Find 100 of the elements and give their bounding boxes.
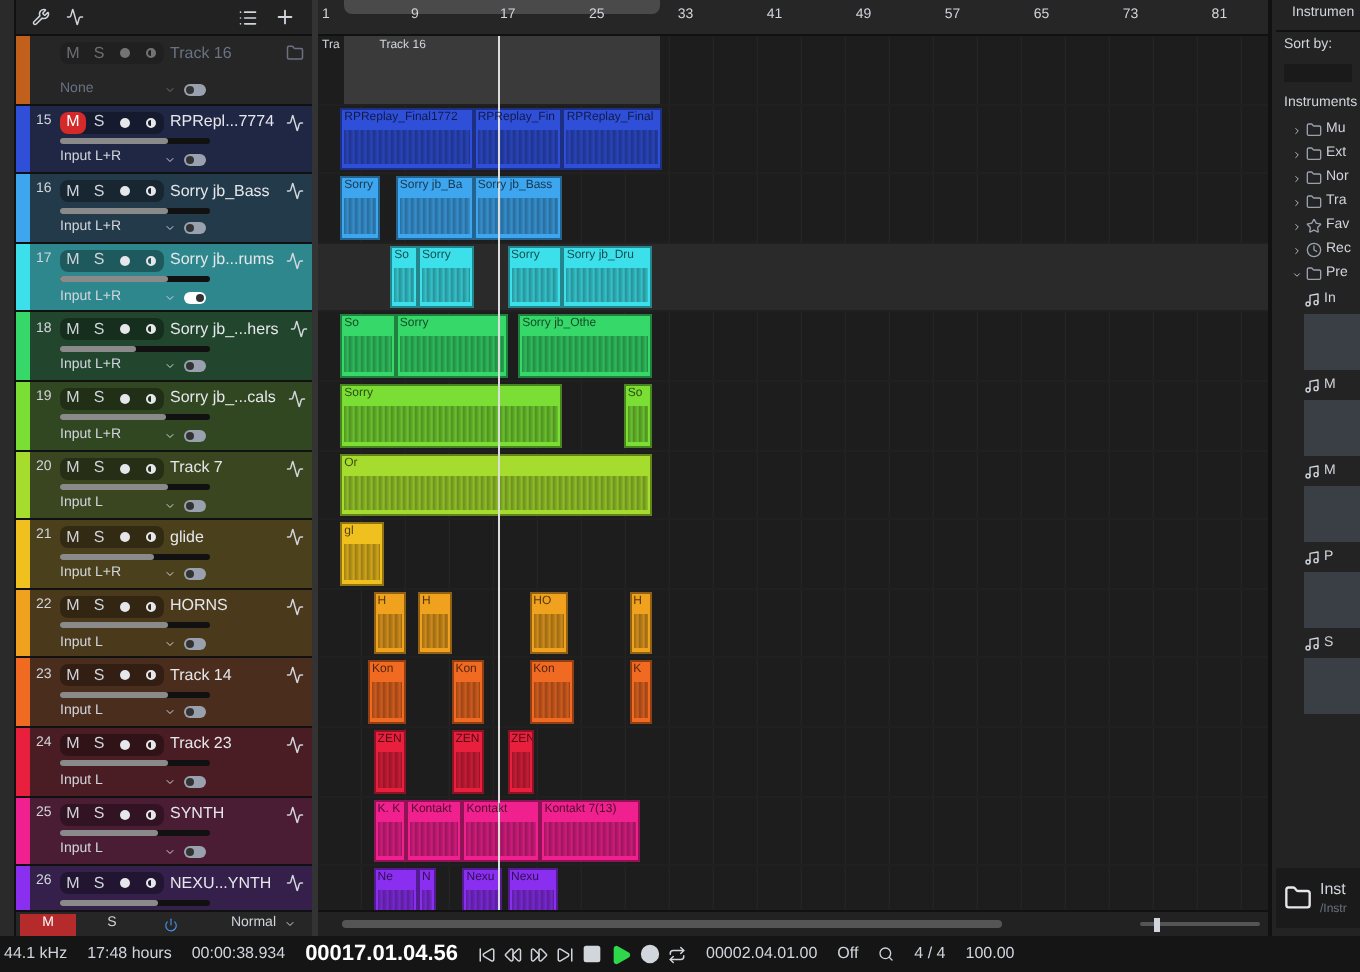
solo-button[interactable]: S — [86, 595, 112, 618]
mute-button[interactable]: M — [60, 526, 86, 549]
track-name[interactable]: SYNTH — [170, 802, 225, 827]
solo-button[interactable]: S — [86, 249, 112, 272]
track-name[interactable]: Track 7 — [170, 456, 223, 481]
solo-button[interactable]: S — [86, 803, 112, 826]
waveform-icon — [286, 735, 304, 754]
rewind-icon[interactable] — [504, 945, 523, 963]
caret-icon — [164, 153, 176, 166]
preset-thumbnail — [1304, 400, 1360, 456]
volume-fader[interactable] — [60, 414, 210, 421]
instrument-icon — [1304, 292, 1320, 308]
folder-icon — [1306, 146, 1322, 162]
mute-button[interactable]: M — [60, 111, 86, 134]
monitor-toggle[interactable] — [184, 637, 206, 650]
instrument-icon — [1304, 636, 1320, 652]
mute-button[interactable]: M — [60, 733, 86, 756]
caret-icon — [164, 706, 176, 719]
monitor-toggle[interactable] — [184, 845, 206, 858]
waveform-drawing — [399, 198, 470, 234]
monitor-toggle[interactable] — [184, 360, 206, 373]
list-icon[interactable] — [238, 7, 258, 27]
zoom-thumb[interactable] — [1154, 917, 1161, 931]
volume-fader[interactable] — [60, 622, 210, 629]
waveform-icon — [286, 666, 304, 685]
track-name[interactable]: glide — [170, 525, 204, 550]
waveform-drawing — [344, 336, 392, 372]
waveform-icon — [286, 597, 304, 616]
skip-forward-icon[interactable] — [556, 945, 575, 963]
play-icon[interactable] — [610, 943, 633, 965]
monitor-toggle[interactable] — [184, 429, 206, 442]
monitor-toggle[interactable] — [184, 499, 206, 512]
monitor-toggle[interactable] — [184, 568, 206, 581]
track-name[interactable]: RPRepl...7774 — [170, 110, 275, 135]
zoom-slider[interactable] — [1140, 917, 1260, 931]
fast-forward-icon[interactable] — [530, 945, 549, 963]
caret-icon — [164, 291, 176, 304]
solo-button[interactable]: S — [86, 733, 112, 756]
monitor-toggle[interactable] — [184, 153, 206, 166]
mute-button[interactable]: M — [60, 803, 86, 826]
solo-button[interactable]: S — [86, 111, 112, 134]
folder-icon — [1306, 266, 1322, 282]
track-name[interactable]: Track 23 — [170, 732, 232, 757]
monitor-toggle[interactable] — [184, 291, 206, 304]
track-name[interactable]: HORNS — [170, 594, 228, 619]
track-list-scrollbar[interactable] — [312, 0, 318, 936]
skip-back-icon[interactable] — [478, 945, 497, 963]
waveform-icon — [287, 389, 306, 408]
stop-icon[interactable] — [582, 944, 603, 964]
search-icon[interactable] — [878, 946, 895, 962]
volume-fader[interactable] — [60, 760, 210, 767]
volume-fader[interactable] — [60, 553, 210, 560]
mute-button[interactable]: M — [60, 318, 86, 341]
folder-icon — [1306, 194, 1322, 210]
mute-button[interactable]: M — [60, 872, 86, 895]
wrench-icon[interactable] — [32, 8, 50, 26]
volume-fader[interactable] — [60, 207, 210, 214]
mute-button[interactable]: M — [60, 664, 86, 687]
mute-button[interactable]: M — [60, 180, 86, 203]
mute-button[interactable]: M — [60, 387, 86, 410]
volume-fader[interactable] — [60, 484, 210, 491]
power-icon[interactable] — [164, 917, 178, 931]
solo-button[interactable]: S — [86, 872, 112, 895]
waveform-drawing — [377, 751, 403, 788]
automation-icon[interactable] — [66, 8, 84, 26]
mute-button[interactable]: M — [60, 457, 86, 480]
volume-fader[interactable] — [60, 691, 210, 698]
volume-fader[interactable] — [60, 276, 210, 283]
volume-fader[interactable] — [60, 138, 210, 145]
solo-button[interactable]: S — [86, 180, 112, 203]
waveform-icon — [290, 320, 309, 339]
track-name[interactable]: Sorry jb_...hers — [170, 317, 279, 342]
waveform-drawing — [633, 613, 648, 649]
track-name[interactable]: Track 14 — [170, 663, 232, 688]
waveform-drawing — [566, 129, 659, 165]
track-name[interactable]: Sorry jb_Bass — [170, 179, 270, 204]
solo-button[interactable]: S — [86, 664, 112, 687]
waveform-drawing — [399, 336, 503, 372]
track-name[interactable]: Sorry jb_...cals — [170, 386, 276, 411]
mute-button[interactable]: M — [60, 249, 86, 272]
volume-fader[interactable] — [60, 830, 210, 837]
solo-button[interactable]: S — [86, 387, 112, 410]
solo-button[interactable]: S — [86, 526, 112, 549]
track-name[interactable]: NEXU...YNTH — [170, 871, 272, 896]
metronome-state[interactable]: Off — [837, 942, 859, 966]
loop-icon[interactable] — [668, 945, 687, 963]
record-icon[interactable] — [640, 944, 661, 964]
volume-fader[interactable] — [60, 899, 210, 906]
volume-fader[interactable] — [60, 345, 210, 352]
waveform-drawing — [422, 267, 470, 303]
solo-button[interactable]: S — [86, 318, 112, 341]
monitor-toggle[interactable] — [184, 222, 206, 235]
monitor-toggle[interactable] — [184, 706, 206, 719]
monitor-toggle[interactable] — [184, 775, 206, 788]
add-track-icon[interactable] — [274, 6, 296, 28]
monitor-toggle[interactable] — [184, 84, 206, 96]
horizontal-scrollbar[interactable] — [342, 920, 1002, 928]
mute-button[interactable]: M — [60, 595, 86, 618]
solo-button[interactable]: S — [86, 457, 112, 480]
waveform-drawing — [455, 751, 481, 788]
